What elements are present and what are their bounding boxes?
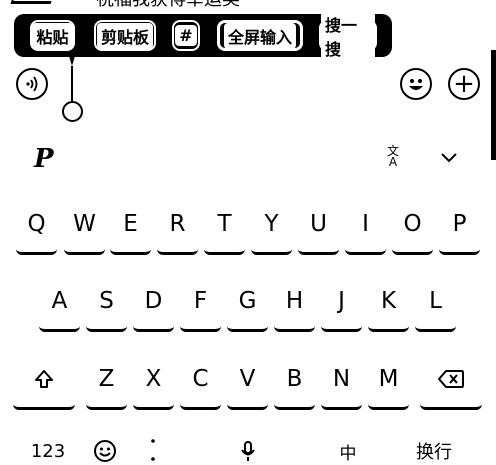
key-p[interactable]: P: [439, 195, 480, 255]
translate-line2: A: [388, 155, 398, 169]
key-y[interactable]: Y: [251, 195, 292, 255]
shift-key[interactable]: [13, 350, 75, 410]
emoji-key-icon: [94, 440, 116, 462]
key-o[interactable]: O: [392, 195, 433, 255]
numbers-key[interactable]: 123: [30, 437, 66, 465]
search-button[interactable]: 搜一搜: [319, 10, 377, 61]
emoji-icon[interactable]: [400, 68, 432, 100]
key-e[interactable]: E: [110, 195, 151, 255]
fullscreen-input-label: 全屏输入: [223, 22, 296, 49]
hashtag-label: #: [175, 25, 197, 46]
cursor-line: [71, 66, 73, 104]
clipboard-button[interactable]: 剪贴板: [94, 20, 156, 51]
key-k[interactable]: K: [368, 272, 409, 332]
key-h[interactable]: H: [274, 272, 315, 332]
hashtag-button[interactable]: #: [172, 20, 200, 51]
voice-wave-icon: [26, 76, 38, 92]
comma-key[interactable]: [146, 437, 160, 465]
key-q[interactable]: Q: [16, 195, 57, 255]
key-a[interactable]: A: [39, 272, 80, 332]
emoji-key[interactable]: [92, 437, 118, 465]
fullscreen-input-button[interactable]: 全屏输入: [217, 20, 303, 51]
search-label: 搜一搜: [321, 10, 375, 61]
key-n[interactable]: N: [321, 350, 362, 410]
key-f[interactable]: F: [180, 272, 221, 332]
key-v[interactable]: V: [227, 350, 268, 410]
partial-text-fragment: [10, 0, 54, 4]
key-u[interactable]: U: [298, 195, 339, 255]
paste-button[interactable]: 粘贴: [30, 20, 75, 51]
menu-pointer: [69, 56, 75, 66]
clipboard-label: 剪贴板: [96, 22, 153, 49]
voice-input-key[interactable]: [236, 437, 260, 465]
window-edge: [491, 50, 496, 160]
key-t[interactable]: T: [204, 195, 245, 255]
key-l[interactable]: L: [415, 272, 456, 332]
chat-input-text[interactable]: 祝福我获得幸运奖: [96, 0, 240, 10]
key-d[interactable]: D: [133, 272, 174, 332]
key-j[interactable]: J: [321, 272, 362, 332]
cursor-handle[interactable]: [62, 101, 83, 122]
key-g[interactable]: G: [227, 272, 268, 332]
key-b[interactable]: B: [274, 350, 315, 410]
key-x[interactable]: X: [133, 350, 174, 410]
key-i[interactable]: I: [345, 195, 386, 255]
backspace-key[interactable]: [420, 350, 482, 410]
collapse-keyboard-icon[interactable]: [440, 147, 458, 168]
paste-label: 粘贴: [32, 22, 73, 49]
key-r[interactable]: R: [157, 195, 198, 255]
language-switch-key[interactable]: 中: [334, 437, 362, 465]
translate-icon[interactable]: 文 A: [380, 145, 406, 169]
voice-icon[interactable]: [16, 68, 48, 100]
plus-icon[interactable]: +: [448, 68, 480, 100]
key-z[interactable]: Z: [86, 350, 127, 410]
backspace-icon: [438, 369, 464, 388]
key-c[interactable]: C: [180, 350, 221, 410]
smiley-face-icon: [409, 79, 423, 90]
punctuation-dots-icon: [151, 439, 155, 461]
microphone-icon: [241, 441, 255, 461]
key-m[interactable]: M: [368, 350, 409, 410]
shift-icon: [35, 369, 53, 388]
key-s[interactable]: S: [86, 272, 127, 332]
keyboard-logo-icon[interactable]: P: [34, 144, 54, 174]
enter-key[interactable]: 换行: [412, 437, 456, 465]
key-w[interactable]: W: [64, 195, 105, 255]
